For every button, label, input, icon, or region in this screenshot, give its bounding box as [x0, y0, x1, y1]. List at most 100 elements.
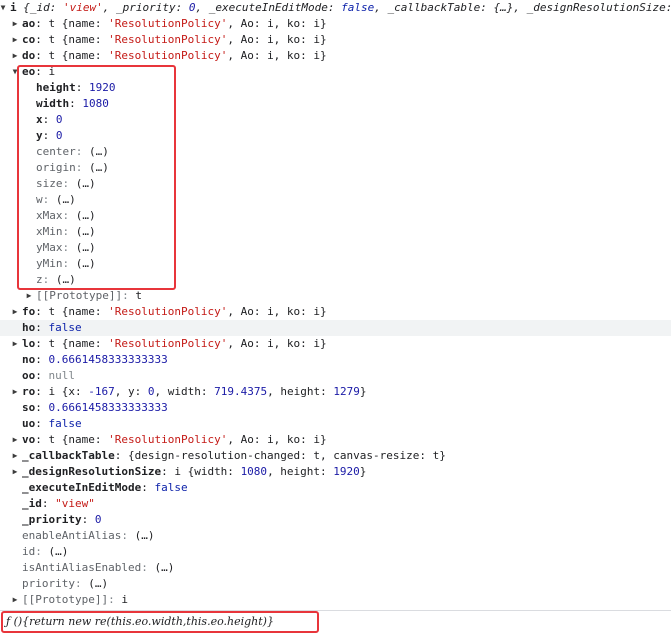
tree-row-co[interactable]: ▶ co: t {name: 'ResolutionPolicy', Ao: i,…: [0, 32, 671, 48]
expand-triangle-closed-icon[interactable]: ▶: [10, 592, 20, 608]
property-value: (…): [89, 145, 109, 158]
property-value: false: [154, 481, 188, 494]
property-value: 0: [94, 513, 102, 526]
property-value: (…): [89, 161, 109, 174]
property-value: }: [359, 385, 367, 398]
expand-triangle-closed-icon[interactable]: ▶: [10, 32, 20, 48]
expand-triangle-closed-icon[interactable]: ▶: [10, 448, 20, 464]
property-key: so: [22, 401, 36, 414]
property-value: t {name:: [48, 337, 109, 350]
property-value: 0: [55, 113, 63, 126]
property-key: _priority: [22, 513, 82, 526]
property-key: size: [36, 177, 63, 190]
expand-triangle-closed-icon[interactable]: ▶: [10, 384, 20, 400]
property-value: -167: [88, 385, 115, 398]
property-value: (…): [75, 225, 96, 238]
property-value: t {name:: [48, 305, 109, 318]
property-value: (…): [55, 273, 76, 286]
property-value: t {name:: [48, 17, 109, 30]
property-value: 0.6661458333333333: [48, 401, 168, 414]
tree-row-i[interactable]: ▼ i {_id: 'view', _priority: 0, _executeI…: [0, 0, 671, 16]
property-value: 0.6661458333333333: [48, 353, 168, 366]
property-value: 1080: [82, 97, 109, 110]
tree-row-prototype[interactable]: ▶ [[Prototype]]: t: [0, 288, 671, 304]
property-key: xMax: [36, 209, 63, 222]
property-value: i: [48, 65, 56, 78]
expand-triangle-closed-icon[interactable]: ▶: [10, 336, 20, 352]
property-key: [[Prototype]]: [22, 593, 109, 606]
property-value: false: [48, 321, 82, 334]
property-key: z: [36, 273, 43, 286]
tree-row-so: so: 0.6661458333333333: [22, 401, 168, 414]
expand-triangle-open-icon[interactable]: ▼: [0, 0, 8, 16]
property-key: height: [36, 81, 76, 94]
property-key: uo: [22, 417, 36, 430]
property-key: width: [36, 97, 70, 110]
property-value: (…): [75, 177, 96, 190]
property-key: no: [22, 353, 36, 366]
property-value: 1920: [89, 81, 116, 94]
property-key: yMin: [36, 257, 63, 270]
console-result-row: ƒ (){return new re(this.eo.width,this.eo…: [0, 610, 671, 634]
property-key: lo: [22, 337, 36, 350]
tree-row-_callbacktable[interactable]: ▶ _callbackTable: {design-resolution-chan…: [0, 448, 671, 464]
tree-row-uo: uo: false: [22, 417, 82, 430]
property-value: , _executeInEditMode:: [195, 1, 342, 14]
tree-row-ymin: yMin: (…): [36, 257, 96, 270]
property-key: do: [22, 49, 36, 62]
tree-row-id: id: (…): [22, 545, 69, 558]
property-value: false: [48, 417, 82, 430]
tree-row-no: no: 0.6661458333333333: [22, 353, 168, 366]
property-key: id: [22, 545, 36, 558]
property-value: , Ao: i, ko: i}: [227, 337, 327, 350]
property-value: 'ResolutionPolicy': [108, 17, 228, 30]
property-key: oo: [22, 369, 36, 382]
property-key: center: [36, 145, 76, 158]
expand-triangle-closed-icon[interactable]: ▶: [10, 48, 20, 64]
property-value: , y:: [114, 385, 148, 398]
tree-row-xmin: xMin: (…): [36, 225, 96, 238]
property-value: t {name:: [48, 49, 109, 62]
property-key: _id: [22, 497, 42, 510]
tree-row-eo[interactable]: ▼ eo: i: [0, 64, 671, 80]
property-key: w: [36, 193, 43, 206]
tree-row-ro[interactable]: ▶ ro: i {x: -167, y: 0, width: 719.4375, …: [0, 384, 671, 400]
tree-row-lo[interactable]: ▶ lo: t {name: 'ResolutionPolicy', Ao: i,…: [0, 336, 671, 352]
property-value: t {name:: [48, 433, 109, 446]
tree-row-fo[interactable]: ▶ fo: t {name: 'ResolutionPolicy', Ao: i,…: [0, 304, 671, 320]
expand-triangle-closed-icon[interactable]: ▶: [24, 288, 34, 304]
property-key: xMin: [36, 225, 63, 238]
property-value: , Ao: i, ko: i}: [227, 17, 327, 30]
tree-row-_designresolutionsize[interactable]: ▶ _designResolutionSize: i {width: 1080, …: [0, 464, 671, 480]
property-key: fo: [22, 305, 36, 318]
property-value: , Ao: i, ko: i}: [227, 305, 327, 318]
tree-row-prototype[interactable]: ▶ [[Prototype]]: i: [0, 592, 671, 608]
property-key: enableAntiAlias: [22, 529, 122, 542]
property-value: , height:: [267, 385, 334, 398]
expand-triangle-closed-icon[interactable]: ▶: [10, 16, 20, 32]
tree-row-do[interactable]: ▶ do: t {name: 'ResolutionPolicy', Ao: i,…: [0, 48, 671, 64]
property-value: 'ResolutionPolicy': [108, 433, 228, 446]
property-key: co: [22, 33, 36, 46]
property-value: 'view': [63, 1, 103, 14]
property-value: {_id:: [23, 1, 63, 14]
property-value: (…): [88, 577, 109, 590]
tree-row-ao[interactable]: ▶ ao: t {name: 'ResolutionPolicy', Ao: i,…: [0, 16, 671, 32]
expand-triangle-open-icon[interactable]: ▼: [10, 64, 20, 80]
tree-row-vo[interactable]: ▶ vo: t {name: 'ResolutionPolicy', Ao: i,…: [0, 432, 671, 448]
property-value: , Ao: i, ko: i}: [227, 49, 327, 62]
property-value: 'ResolutionPolicy': [108, 49, 228, 62]
property-value: 1080: [240, 465, 268, 478]
expand-triangle-closed-icon[interactable]: ▶: [10, 304, 20, 320]
property-key: yMax: [36, 241, 63, 254]
expand-triangle-closed-icon[interactable]: ▶: [10, 464, 20, 480]
property-value: i: [121, 593, 128, 606]
expand-triangle-closed-icon[interactable]: ▶: [10, 432, 20, 448]
property-value: t {name:: [48, 33, 109, 46]
property-value: (…): [75, 241, 96, 254]
function-expression[interactable]: ƒ (){return new re(this.eo.width,this.eo…: [6, 615, 274, 628]
property-value: , _callbackTable: {…}, _designResolution…: [374, 1, 671, 14]
tree-row-priority: priority: (…): [22, 577, 109, 590]
property-value: 'ResolutionPolicy': [108, 33, 228, 46]
property-value: (…): [75, 257, 96, 270]
